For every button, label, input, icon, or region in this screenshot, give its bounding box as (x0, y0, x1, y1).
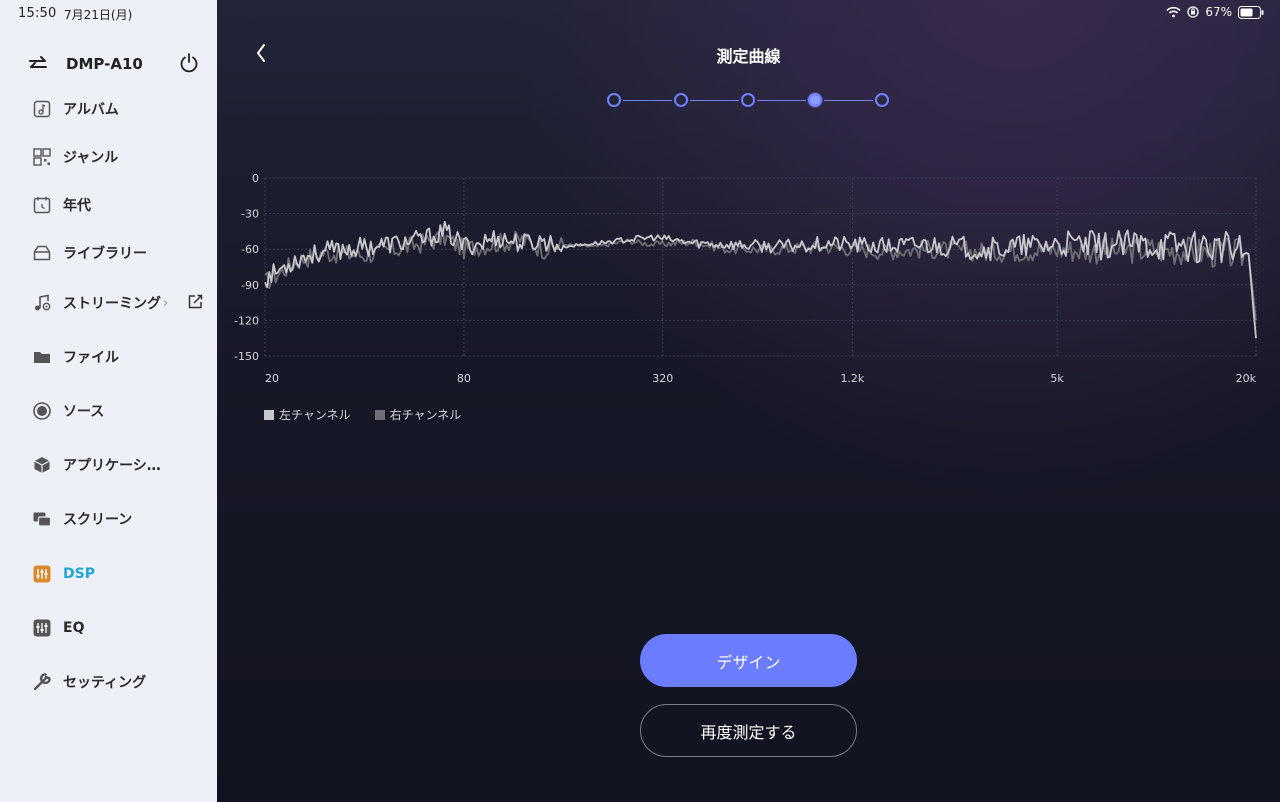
page-title: 測定曲線 (716, 47, 781, 66)
chart-grid (264, 177, 1257, 357)
step-dot (607, 93, 621, 107)
sidebar-item-streaming[interactable]: ストリーミング › (32, 291, 204, 315)
sidebar-item-label: ファイル (63, 350, 119, 366)
x-tick-label: 1.2k (840, 372, 864, 385)
music-note-icon (35, 294, 51, 311)
sidebar-item-label: アプリケーシ… (63, 458, 161, 474)
sidebar-item-source[interactable]: ソース (32, 399, 202, 423)
wrench-icon (33, 673, 51, 691)
sidebar-item-label: DSP (63, 566, 95, 582)
sidebar-item-era[interactable]: 年代 (32, 193, 202, 217)
chart-legend: 左チャンネル 右チャンネル (264, 406, 461, 423)
sidebar-item-settings[interactable]: セッティング (32, 670, 202, 694)
sidebar-item-library[interactable]: ライブラリー (32, 241, 202, 265)
x-tick-label: 80 (457, 372, 471, 385)
calendar-icon (33, 197, 51, 214)
legend-swatch-left (264, 409, 274, 420)
wifi-icon (1166, 6, 1181, 18)
swap-icon[interactable] (28, 54, 48, 74)
x-tick-label: 20 (265, 372, 279, 385)
external-link-icon[interactable] (186, 293, 204, 311)
x-tick-label: 5k (1050, 372, 1064, 385)
orientation-lock-icon (1187, 6, 1199, 18)
source-icon (33, 402, 51, 420)
system-status: 67% (1166, 5, 1264, 19)
album-icon (33, 100, 51, 118)
legend-label-right: 右チャンネル (389, 408, 462, 422)
legend-item-left[interactable]: 左チャンネル (264, 406, 351, 423)
legend-item-right[interactable]: 右チャンネル (374, 406, 462, 423)
y-tick-label: -120 (234, 314, 259, 327)
step-connector (623, 99, 672, 101)
sidebar-item-genre[interactable]: ジャンル (32, 145, 202, 169)
step-dot (875, 93, 889, 107)
sidebar-item-album[interactable]: アルバム (32, 97, 202, 121)
battery-percent: 67% (1205, 5, 1232, 19)
sidebar-item-file[interactable]: ファイル (32, 345, 202, 369)
sidebar-item-label: スクリーン (63, 512, 133, 528)
design-button[interactable]: デザイン (640, 634, 857, 687)
folder-icon (34, 352, 50, 363)
sidebar-item-label: EQ (63, 620, 85, 636)
step-dot (808, 93, 822, 107)
dsp-icon (33, 565, 51, 583)
sidebar-item-label: セッティング (63, 675, 147, 691)
y-tick-label: 0 (252, 172, 259, 185)
sidebar: 15:50 7月21日(月) DMP-A10 アルバム ジャンル 年代 ライブラ… (0, 0, 217, 802)
main-panel: 67% 測定曲線 0 -30 -60 -90 -120 -150 20 80 320 1.2k 5… (217, 0, 1280, 802)
sidebar-item-label: アルバム (63, 102, 119, 118)
step-dot (674, 93, 688, 107)
step-connector (690, 99, 739, 101)
legend-swatch-right (374, 409, 385, 420)
sidebar-item-screen[interactable]: スクリーン (32, 507, 202, 531)
sidebar-item-eq[interactable]: EQ (32, 616, 202, 640)
y-tick-label: -90 (241, 279, 259, 292)
legend-label-left: 左チャンネル (279, 408, 351, 422)
x-tick-label: 320 (652, 372, 673, 385)
remeasure-button[interactable]: 再度測定する (640, 704, 857, 757)
x-axis-labels: 20 80 320 1.2k 5k 20k (265, 372, 1257, 385)
screen-icon (33, 512, 52, 527)
library-icon (33, 245, 51, 261)
sidebar-item-label: ストリーミング (63, 296, 161, 312)
status-time: 15:50 (18, 6, 57, 21)
sidebar-item-label: ジャンル (63, 150, 119, 166)
x-tick-label: 20k (1236, 372, 1257, 385)
y-tick-label: -30 (241, 208, 259, 221)
status-date: 7月21日(月) (64, 8, 133, 22)
device-name: DMP-A10 (66, 55, 143, 73)
sidebar-item-dsp[interactable]: DSP (32, 562, 202, 586)
genre-icon (33, 148, 51, 166)
y-axis-labels: 0 -30 -60 -90 -120 -150 (234, 172, 259, 363)
y-tick-label: -60 (241, 243, 259, 256)
eq-icon (33, 619, 51, 637)
sidebar-item-label: ソース (63, 404, 105, 420)
chevron-right-icon: › (163, 295, 169, 311)
step-connector (757, 99, 806, 101)
frequency-response-chart: 0 -30 -60 -90 -120 -150 20 80 320 1.2k 5k 20k (234, 172, 1257, 385)
step-indicator (607, 92, 893, 108)
sidebar-item-label: 年代 (63, 198, 91, 214)
step-dot (741, 93, 755, 107)
power-icon[interactable] (178, 52, 200, 74)
battery-icon (1238, 5, 1264, 19)
app-icon (34, 457, 50, 473)
step-connector (824, 99, 873, 101)
device-row: DMP-A10 (28, 52, 200, 76)
sidebar-item-application[interactable]: アプリケーシ… (32, 453, 202, 477)
series-right-channel (264, 227, 1257, 321)
y-tick-label: -150 (234, 350, 259, 363)
sidebar-item-label: ライブラリー (63, 246, 147, 262)
